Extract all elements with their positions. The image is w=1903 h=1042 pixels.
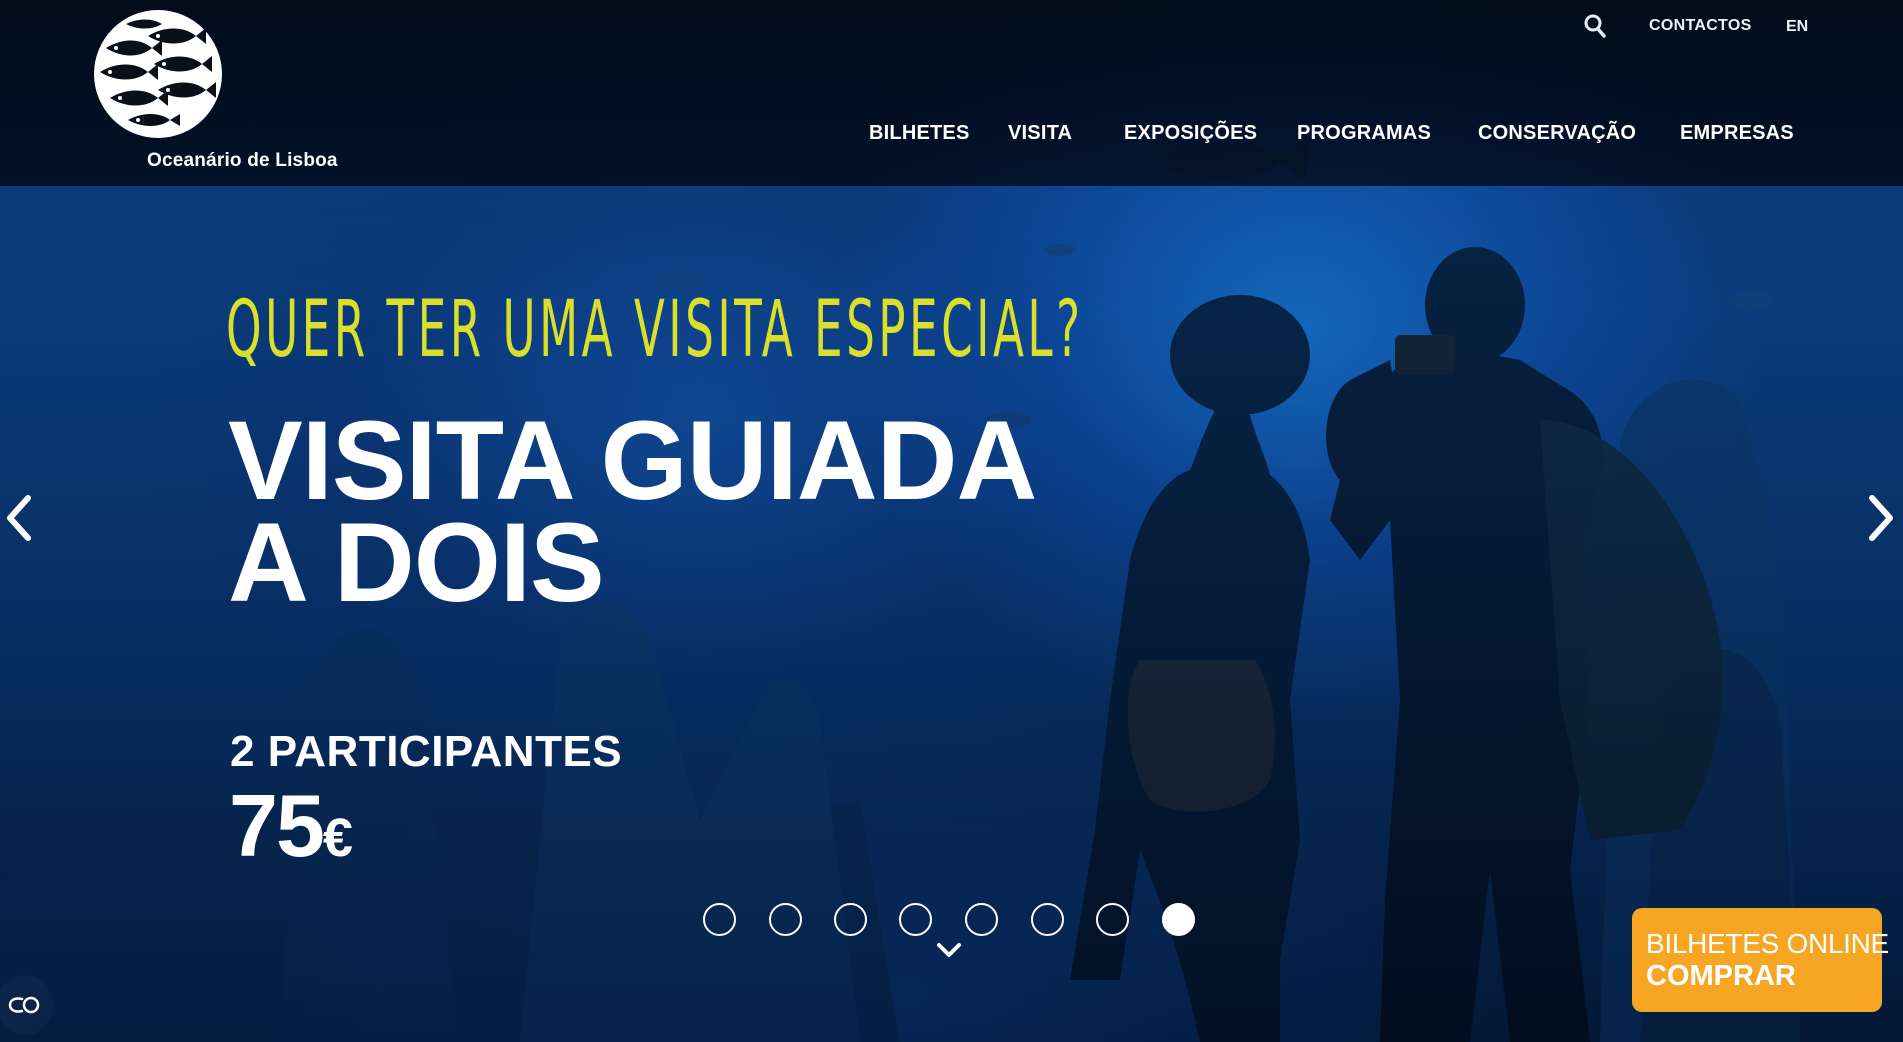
carousel-dots — [0, 903, 1903, 937]
fish-school-logo-icon — [94, 10, 222, 138]
chevron-down-icon[interactable] — [935, 941, 963, 961]
chevron-right-icon[interactable] — [1862, 492, 1898, 544]
chevron-left-icon[interactable] — [2, 492, 38, 544]
nav-item-conservacao[interactable]: CONSERVAÇÃO — [1478, 122, 1636, 145]
slide-headline-line2: A DOIS — [228, 500, 605, 625]
slide-kicker: QUER TER UMA VISITA ESPECIAL? — [226, 285, 1084, 375]
carousel-dot-8[interactable] — [1162, 903, 1195, 936]
carousel-dot-5[interactable] — [965, 903, 998, 936]
language-switch-link[interactable]: EN — [1786, 18, 1808, 36]
carousel-dot-3[interactable] — [834, 903, 867, 936]
slide-price: 75€ — [229, 775, 353, 877]
buy-tickets-online-button[interactable]: BILHETES ONLINE COMPRAR — [1632, 908, 1889, 1012]
cta-line2: COMPRAR — [1646, 960, 1796, 992]
search-icon[interactable] — [1584, 14, 1608, 40]
slide-participants: 2 PARTICIPANTES — [230, 727, 623, 776]
nav-item-empresas[interactable]: EMPRESAS — [1680, 122, 1794, 145]
carousel-dot-6[interactable] — [1031, 903, 1064, 936]
slide-headline: VISITA GUIADA A DOIS — [228, 398, 1037, 625]
nav-item-exposicoes[interactable]: EXPOSIÇÕES — [1124, 122, 1257, 145]
nav-item-visita[interactable]: VISITA — [1008, 122, 1072, 145]
price-currency: € — [322, 808, 353, 868]
accessibility-toggle-icon — [8, 996, 40, 1014]
contacts-link[interactable]: CONTACTOS — [1649, 17, 1752, 35]
cta-line1: BILHETES ONLINE — [1646, 928, 1889, 959]
main-nav: BILHETES VISITA EXPOSIÇÕES PROGRAMAS CON… — [0, 122, 1903, 152]
brand-name: Oceanário de Lisboa — [147, 150, 338, 171]
nav-item-programas[interactable]: PROGRAMAS — [1297, 122, 1431, 145]
site-header: Oceanário de Lisboa CONTACTOS EN BILHETE… — [0, 0, 1903, 186]
carousel-dot-7[interactable] — [1096, 903, 1129, 936]
carousel-dot-1[interactable] — [703, 903, 736, 936]
brand-logo-link[interactable]: Oceanário de Lisboa — [92, 8, 352, 178]
slide-headline-line1: VISITA GUIADA — [228, 398, 1037, 523]
carousel-dot-2[interactable] — [769, 903, 802, 936]
price-amount: 75 — [229, 776, 325, 875]
carousel-dot-4[interactable] — [899, 903, 932, 936]
nav-item-bilhetes[interactable]: BILHETES — [869, 122, 970, 145]
